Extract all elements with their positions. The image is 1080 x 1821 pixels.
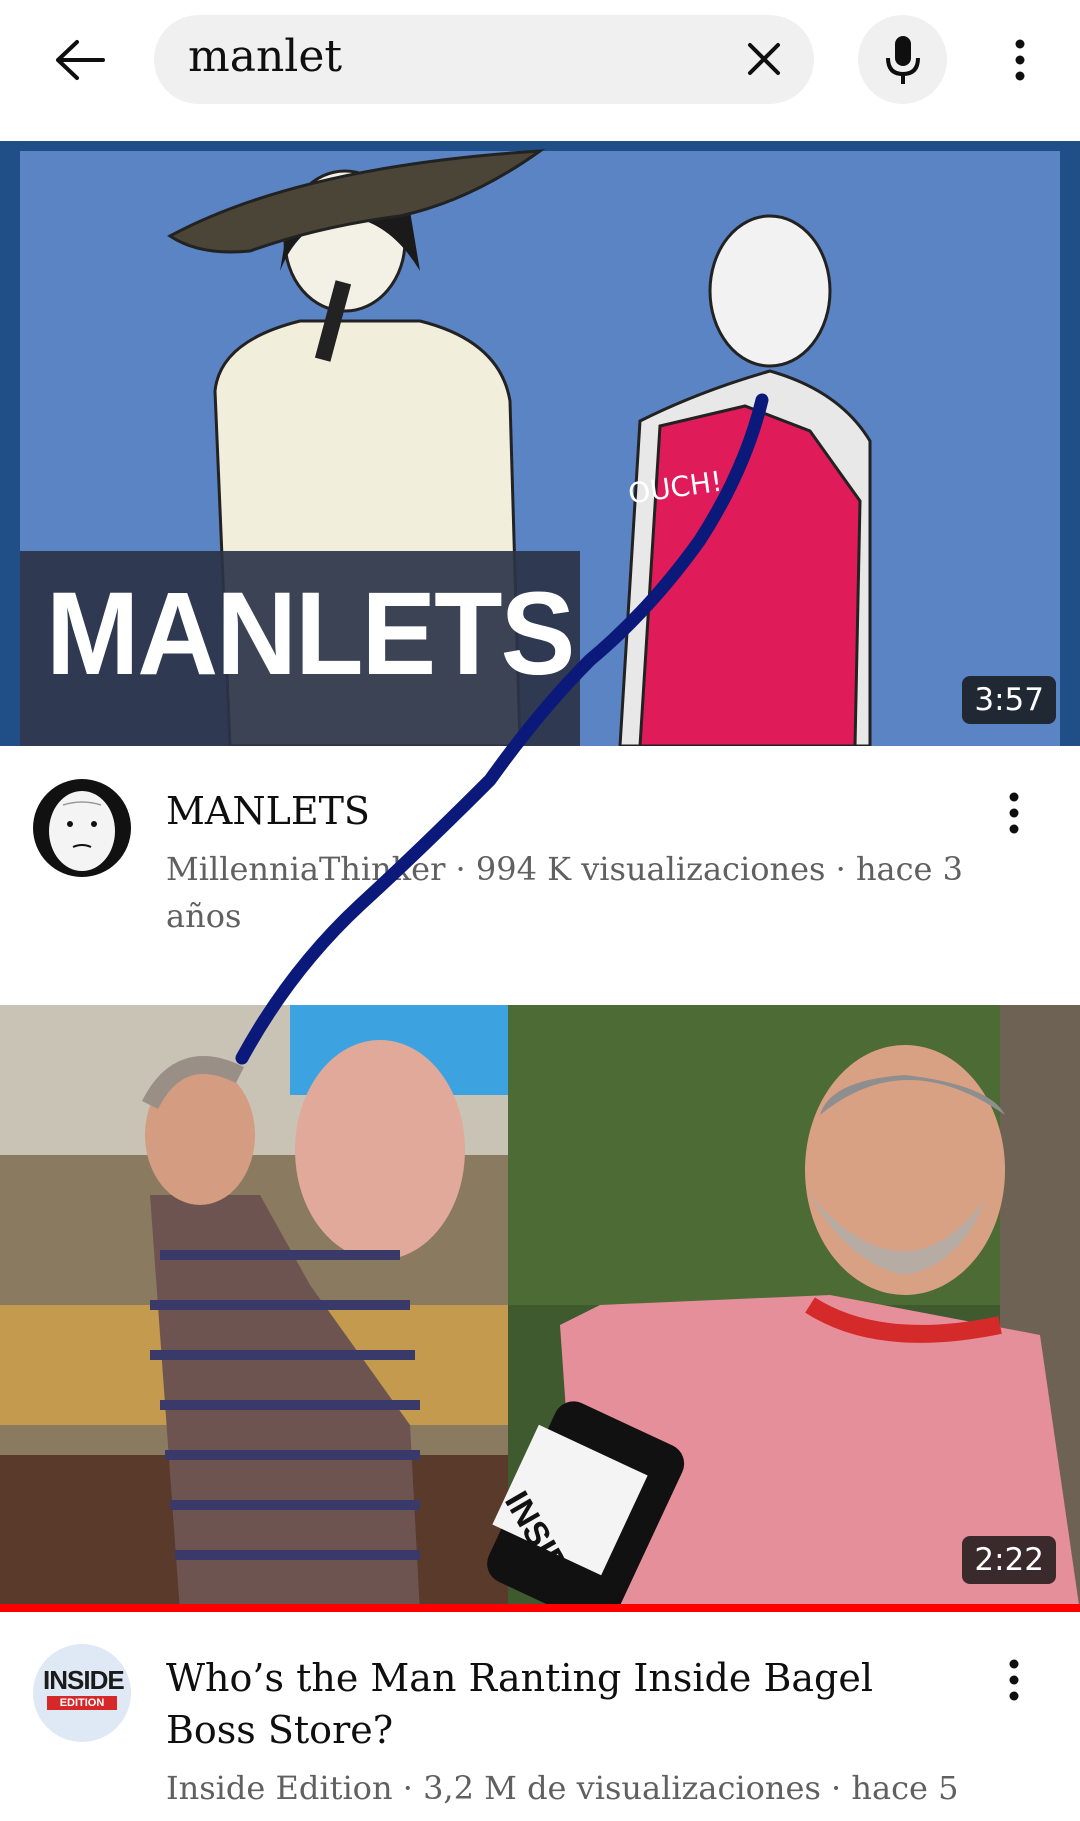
vertical-dots-icon (1015, 39, 1025, 81)
video-meta: INSIDE EDITION Who’s the Man Ranting Ins… (0, 1630, 1080, 1821)
top-bar: manlet (0, 0, 1080, 122)
back-button[interactable] (40, 22, 120, 98)
duration-badge: 2:22 (962, 1536, 1056, 1584)
video-stats: Inside Edition · 3,2 M de visualizacione… (166, 1769, 959, 1807)
thumbnail-title-text: MANLETS (46, 567, 575, 700)
video-thumbnail[interactable]: MANLETS OUCH! 3:57 (0, 141, 1080, 746)
clear-search-button[interactable] (734, 29, 794, 89)
video-title[interactable]: MANLETS (166, 785, 970, 837)
vertical-dots-icon (1009, 792, 1019, 834)
inside-edition-logo: INSIDE EDITION (43, 1665, 125, 1710)
close-icon (748, 43, 780, 75)
wojak-face-icon (49, 791, 115, 871)
microphone-icon (885, 35, 920, 84)
video-title[interactable]: Who’s the Man Ranting Inside Bagel Boss … (166, 1652, 970, 1756)
search-input[interactable]: manlet (188, 31, 342, 82)
channel-avatar[interactable] (33, 779, 131, 877)
video-thumbnail[interactable]: INSIDE 2:22 (0, 1005, 1080, 1612)
video-menu-button[interactable] (992, 1645, 1036, 1715)
voice-search-button[interactable] (858, 15, 947, 104)
video-menu-button[interactable] (992, 778, 1036, 848)
search-box[interactable]: manlet (154, 15, 814, 104)
video-stats: MillenniaThinker · 994 K visualizaciones… (166, 850, 964, 935)
vertical-dots-icon (1009, 1659, 1019, 1701)
more-options-button[interactable] (990, 22, 1050, 98)
channel-avatar[interactable]: INSIDE EDITION (33, 1644, 131, 1742)
video-meta: MANLETS MillenniaThinker · 994 K visuali… (0, 770, 1080, 950)
duration-badge: 3:57 (962, 676, 1056, 724)
arrow-left-icon (56, 40, 105, 80)
watch-progress-bar (0, 1604, 1080, 1612)
